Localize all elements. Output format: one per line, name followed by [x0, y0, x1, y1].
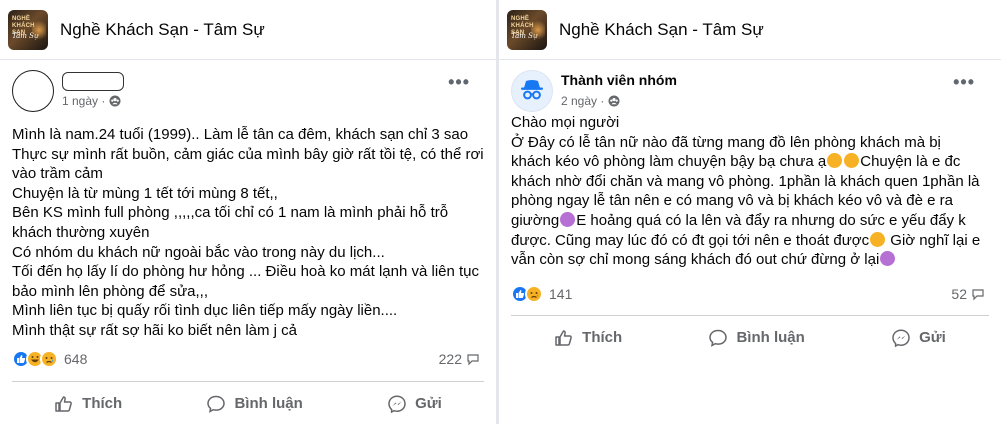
anonymous-member-avatar[interactable] — [511, 70, 553, 112]
post-line-text: được. Cũng may lúc đó có đt gọi tới nên … — [511, 231, 870, 249]
post-line: Tối đến họ lấy lí do phòng hư hỏng ... Đ… — [12, 263, 480, 281]
comment-button[interactable]: Bình luận — [708, 328, 805, 348]
comment-bubble-icon — [467, 354, 479, 366]
post-body: Mình là nam.24 tuổi (1999).. Làm lễ tân … — [12, 125, 484, 341]
post-line: Mình thật sự rất sợ hãi ko biết nên làm … — [12, 321, 298, 339]
group-header: NGHỀ KHÁCH SẠN Tâm Sự Nghề Khách Sạn - T… — [499, 0, 1001, 60]
post-line-text: Giờ nghĩ lại e — [886, 231, 981, 249]
comment-count: 52 — [951, 286, 967, 302]
redacted-author-name — [62, 72, 124, 91]
group-name[interactable]: Nghề Khách Sạn - Tâm Sự — [559, 20, 764, 40]
members-audience-icon — [608, 95, 620, 107]
reaction-count[interactable]: 141 — [549, 286, 572, 302]
left-post-panel: NGHỀ KHÁCH SẠN Tâm Sự Nghề Khách Sạn - T… — [0, 0, 496, 424]
post-line: phòng ngay lễ tân nên e có mang vô và bị… — [511, 192, 953, 210]
reactions-summary[interactable] — [12, 350, 58, 368]
post-line: giường E hoảng quá có la lên và đẩy ra nh… — [511, 211, 989, 231]
group-thumbnail[interactable]: NGHỀ KHÁCH SẠN Tâm Sự — [507, 9, 547, 50]
action-bar: Thích Bình luận Gửi — [511, 315, 989, 359]
thumbs-up-icon — [555, 329, 573, 346]
post-meta: 2 ngày · — [561, 94, 620, 108]
sad-reaction-icon — [40, 350, 58, 368]
like-button[interactable]: Thích — [554, 328, 622, 348]
post-line: Chào mọi người — [511, 114, 620, 131]
right-post-panel: NGHỀ KHÁCH SẠN Tâm Sự Nghề Khách Sạn - T… — [499, 0, 1001, 424]
post-line-text: giường — [511, 211, 560, 229]
comment-bubble-icon — [972, 289, 984, 301]
send-label: Gửi — [415, 395, 442, 412]
post-line: Thực sự mình rất buồn, cảm giác của mình… — [12, 145, 484, 163]
tired-emoji-icon — [560, 211, 576, 227]
post: Thành viên nhóm 2 ngày · ••• Chào mọi ng… — [499, 62, 1001, 424]
thumbs-up-icon — [55, 395, 73, 412]
disappointed-emoji-icon — [870, 231, 886, 247]
messenger-icon — [388, 394, 406, 413]
post: 1 ngày · ••• Mình là nam.24 tuổi (1999).… — [0, 62, 496, 424]
sad-emoji-icon — [827, 153, 843, 169]
avatar[interactable] — [12, 70, 54, 112]
post-stats: 141 52 — [511, 284, 985, 304]
messenger-icon — [892, 328, 910, 347]
post-line: được. Cũng may lúc đó có đt gọi tới nên … — [511, 231, 989, 251]
post-line: Bên KS mình full phòng ,,,,,ca tối chỉ c… — [12, 204, 449, 222]
send-label: Gửi — [919, 329, 946, 346]
post-line: khách kéo vô phòng làm chuyện bậy bạ chư… — [511, 152, 989, 172]
post-line: Chuyện là từ mùng 1 tết tới mùng 8 tết,, — [12, 184, 278, 202]
group-name[interactable]: Nghề Khách Sạn - Tâm Sự — [60, 20, 265, 40]
reaction-count[interactable]: 648 — [64, 351, 87, 367]
comment-count: 222 — [438, 351, 462, 367]
more-options-icon[interactable]: ••• — [953, 73, 975, 91]
post-body: Chào mọi người Ở Đây có lễ tân nữ nào đã… — [511, 113, 989, 270]
like-button[interactable]: Thích — [54, 394, 122, 414]
post-line: Mình là nam.24 tuổi (1999).. Làm lễ tân … — [12, 126, 469, 143]
post-line: khách thường xuyên — [12, 223, 150, 241]
post-line: vẫn còn sợ chỉ mong sáng khách đó out ch… — [511, 250, 989, 270]
send-button[interactable]: Gửi — [891, 328, 946, 348]
post-line: Ở Đây có lễ tân nữ nào đã từng mang đồ l… — [511, 133, 941, 151]
action-bar: Thích Bình luận Gửi — [12, 381, 484, 424]
send-button[interactable]: Gửi — [387, 394, 442, 414]
like-label: Thích — [582, 329, 623, 346]
sad-reaction-icon — [525, 285, 543, 303]
anonymous-member-icon — [521, 80, 543, 100]
reactions-summary[interactable] — [511, 285, 543, 303]
post-line-text: khách kéo vô phòng làm chuyện bậy bạ chư… — [511, 153, 827, 171]
comment-button[interactable]: Bình luận — [206, 394, 303, 414]
post-line: Mình liên tục bị quấy rối tình dục liên … — [12, 302, 398, 320]
post-header: 1 ngày · ••• — [12, 70, 484, 114]
comment-count-link[interactable]: 52 — [951, 286, 985, 302]
group-header: NGHỀ KHÁCH SẠN Tâm Sự Nghề Khách Sạn - T… — [0, 0, 496, 60]
post-line: bảo mình lên phòng để sửa,,, — [12, 282, 209, 300]
post-header: Thành viên nhóm 2 ngày · ••• — [511, 70, 989, 114]
comment-icon — [207, 395, 226, 413]
post-line-text: vẫn còn sợ chỉ mong sáng khách đó out ch… — [511, 251, 880, 269]
members-audience-icon — [109, 95, 121, 107]
comment-label: Bình luận — [234, 395, 303, 412]
post-line: Có nhóm du khách nữ ngoài bắc vào trong … — [12, 243, 385, 261]
more-options-icon[interactable]: ••• — [448, 73, 470, 91]
like-label: Thích — [82, 395, 123, 412]
group-thumbnail[interactable]: NGHỀ KHÁCH SẠN Tâm Sự — [8, 9, 48, 50]
post-stats: 648 222 — [12, 349, 480, 369]
post-line: khách nhờ đổi chăn và mang vô phòng. 1ph… — [511, 172, 980, 190]
sad-emoji-icon — [844, 153, 860, 169]
post-line-text: Chuyện là e đc — [860, 153, 961, 171]
post-time[interactable]: 1 ngày · — [62, 94, 105, 108]
comment-label: Bình luận — [736, 329, 805, 346]
group-thumb-glow — [32, 17, 46, 42]
comment-count-link[interactable]: 222 — [439, 351, 480, 367]
post-line: vào trầm cảm — [12, 165, 103, 183]
group-thumb-glow — [531, 17, 545, 42]
post-meta: 1 ngày · — [62, 94, 121, 108]
post-line-text: E hoảng quá có la lên và đẩy ra nhưng do… — [576, 211, 966, 229]
comment-icon — [709, 329, 728, 347]
tired-emoji-icon — [880, 251, 896, 267]
author-name[interactable]: Thành viên nhóm — [561, 72, 677, 88]
post-time[interactable]: 2 ngày · — [561, 94, 604, 108]
